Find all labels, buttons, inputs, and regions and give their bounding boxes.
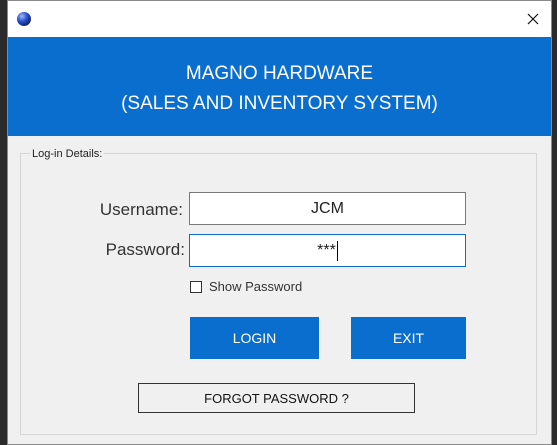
login-window: MAGNO HARDWARE (SALES AND INVENTORY SYST… (7, 0, 552, 445)
login-button[interactable]: LOGIN (190, 317, 319, 359)
login-details-label: Log-in Details: (30, 148, 105, 160)
username-input[interactable]: JCM (189, 192, 466, 225)
close-icon (527, 13, 539, 25)
app-globe-icon (17, 12, 31, 26)
show-password-label: Show Password (209, 279, 303, 294)
username-label: Username: (99, 200, 183, 219)
password-value: *** (317, 242, 336, 259)
close-button[interactable] (515, 1, 551, 37)
forgot-password-button[interactable]: FORGOT PASSWORD ? (138, 383, 415, 413)
password-input[interactable]: *** (189, 234, 466, 267)
app-header-banner: MAGNO HARDWARE (SALES AND INVENTORY SYST… (8, 37, 551, 136)
username-value: JCM (311, 200, 344, 217)
app-title: MAGNO HARDWARE (185, 63, 374, 84)
title-bar (8, 1, 551, 37)
password-label: Password: (105, 240, 185, 259)
exit-button[interactable]: EXIT (351, 317, 466, 359)
login-details-group: Log-in Details: Username: JCM Password: … (20, 148, 537, 435)
app-subtitle: (SALES AND INVENTORY SYSTEM) (121, 93, 438, 114)
show-password-checkbox[interactable] (190, 280, 202, 293)
text-caret (336, 240, 338, 261)
show-password-checkbox-row[interactable]: Show Password (190, 279, 302, 294)
